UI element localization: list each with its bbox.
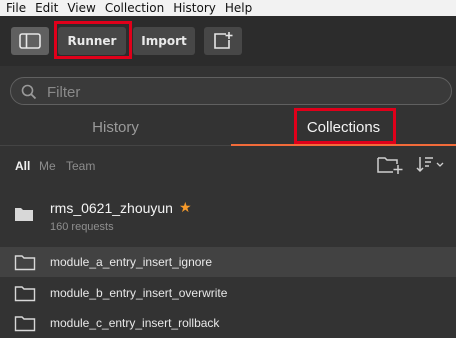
- collection-name: rms_0621_zhouyun: [50, 200, 173, 216]
- search-box[interactable]: [10, 77, 452, 105]
- collection-item[interactable]: rms_0621_zhouyun ★ 160 requests: [0, 186, 456, 246]
- filter-team[interactable]: Team: [66, 159, 95, 173]
- folder-name: module_b_entry_insert_overwrite: [50, 286, 228, 300]
- folder-item[interactable]: module_b_entry_insert_overwrite: [0, 278, 456, 308]
- menu-file[interactable]: File: [6, 0, 26, 16]
- menu-bar: File Edit View Collection History Help: [0, 0, 456, 16]
- sidebar-tabs: History Collections: [0, 108, 456, 146]
- folder-name: module_c_entry_insert_rollback: [50, 316, 220, 330]
- tab-collections[interactable]: Collections: [231, 110, 456, 144]
- filter-me[interactable]: Me: [39, 159, 56, 173]
- folder-name: module_a_entry_insert_ignore: [50, 255, 213, 269]
- toggle-sidebar-button[interactable]: [11, 27, 49, 55]
- menu-collection[interactable]: Collection: [105, 0, 164, 16]
- folder-icon: [15, 208, 33, 221]
- runner-button[interactable]: Runner: [58, 27, 126, 55]
- search-icon: [21, 84, 37, 100]
- folder-item[interactable]: module_a_entry_insert_ignore: [0, 247, 456, 277]
- star-icon[interactable]: ★: [179, 200, 192, 216]
- toolbar: Runner Import: [0, 16, 456, 66]
- new-tab-button[interactable]: [204, 27, 242, 55]
- ownership-filter-row: All Me Team: [0, 146, 456, 186]
- search-area: [0, 66, 456, 114]
- sidebar-icon: [19, 33, 41, 49]
- folder-outline-icon: [14, 255, 36, 271]
- filter-input[interactable]: [47, 82, 427, 102]
- new-window-icon: [214, 32, 233, 49]
- tab-history[interactable]: History: [0, 110, 231, 144]
- menu-view[interactable]: View: [67, 0, 95, 16]
- new-collection-icon[interactable]: [376, 154, 404, 176]
- import-button[interactable]: Import: [133, 27, 195, 55]
- sort-icon[interactable]: [416, 154, 446, 174]
- collection-request-count: 160 requests: [50, 221, 114, 233]
- menu-edit[interactable]: Edit: [35, 0, 58, 16]
- menu-history[interactable]: History: [173, 0, 216, 16]
- folder-outline-icon: [14, 316, 36, 332]
- folder-outline-icon: [14, 286, 36, 302]
- filter-all[interactable]: All: [15, 159, 30, 173]
- folder-item[interactable]: module_c_entry_insert_rollback: [0, 308, 456, 338]
- menu-help[interactable]: Help: [225, 0, 252, 16]
